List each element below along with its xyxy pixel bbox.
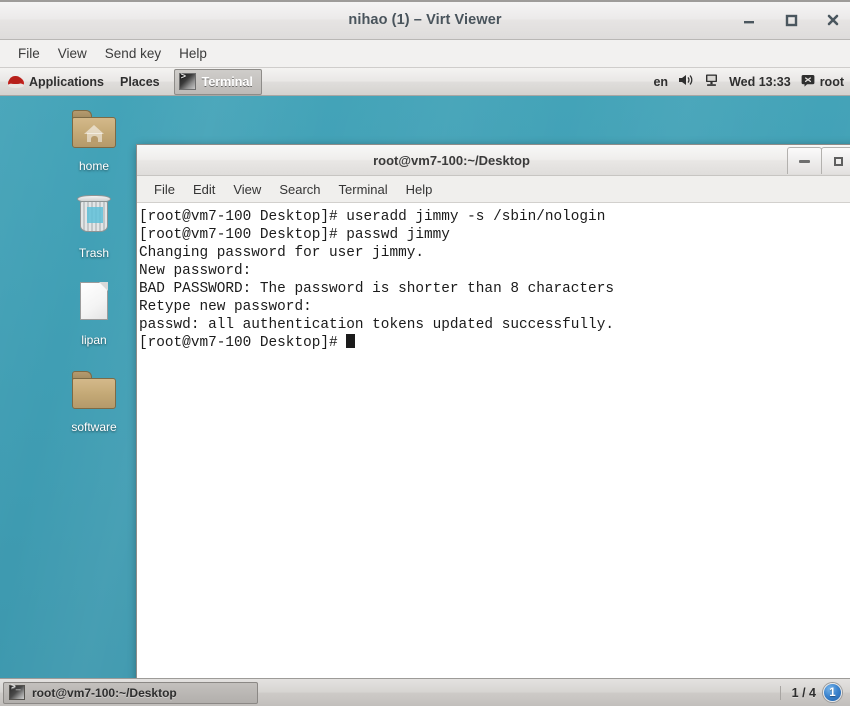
terminal-window-controls — [787, 147, 850, 174]
viewer-menu-send-key[interactable]: Send key — [96, 44, 170, 63]
panel-left-section: Applications Places Terminal — [0, 68, 262, 96]
terminal-icon — [9, 683, 25, 700]
workspace-count: 1 / 4 — [779, 685, 816, 700]
terminal-menu-file[interactable]: File — [145, 180, 184, 199]
workspace-badge[interactable]: 1 — [823, 683, 842, 702]
terminal-menu-help[interactable]: Help — [397, 180, 442, 199]
taskbar-item-terminal-label: root@vm7-100:~/Desktop — [32, 685, 177, 700]
panel-window-terminal[interactable]: Terminal — [173, 68, 262, 95]
home-folder-icon — [67, 104, 121, 156]
terminal-menu-terminal[interactable]: Terminal — [330, 180, 397, 199]
places-menu[interactable]: Places — [112, 68, 168, 96]
terminal-line: BAD PASSWORD: The password is shorter th… — [139, 281, 614, 298]
terminal-window[interactable]: root@vm7-100:~/Desktop File Edit View Se… — [136, 144, 850, 678]
terminal-line: Retype new password: — [139, 299, 312, 316]
terminal-prompt-line: [root@vm7-100 Desktop]# — [139, 334, 850, 352]
workspace-switcher[interactable]: 1 / 4 1 — [779, 683, 847, 702]
terminal-line: Changing password for user jimmy. — [139, 245, 424, 262]
network-display-icon[interactable] — [704, 73, 719, 90]
panel-window-terminal-label: Terminal — [201, 74, 253, 89]
viewer-menubar: File View Send key Help — [0, 40, 850, 68]
close-icon[interactable] — [822, 9, 844, 31]
terminal-menu-edit[interactable]: Edit — [184, 180, 224, 199]
desktop-area[interactable]: home Trash lipan software root@vm7-100:~… — [0, 96, 850, 678]
folder-icon — [67, 365, 121, 417]
desktop-icon-home[interactable]: home — [52, 104, 136, 173]
virt-viewer-window: nihao (1) – Virt Viewer File View Send k… — [0, 0, 850, 706]
user-menu[interactable]: root — [801, 74, 844, 90]
document-icon — [67, 278, 121, 330]
desktop-icon-trash-label: Trash — [78, 246, 110, 260]
desktop-icon-list: home Trash lipan software — [52, 104, 136, 452]
minimize-icon[interactable] — [738, 9, 760, 31]
trash-icon — [67, 191, 121, 243]
desktop-icon-lipan-label: lipan — [81, 333, 107, 347]
desktop-icon-lipan[interactable]: lipan — [52, 278, 136, 347]
gnome-top-panel: Applications Places Terminal en — [0, 68, 850, 96]
taskbar-item-terminal[interactable]: root@vm7-100:~/Desktop — [3, 681, 258, 704]
desktop-icon-trash[interactable]: Trash — [52, 191, 136, 260]
terminal-menu-view[interactable]: View — [224, 180, 270, 199]
terminal-line: New password: — [139, 263, 252, 280]
desktop-icon-home-label: home — [78, 159, 110, 173]
terminal-icon — [178, 72, 196, 90]
panel-clock[interactable]: Wed 13:33 — [729, 75, 791, 89]
terminal-cursor — [346, 334, 355, 349]
terminal-line: [root@vm7-100 Desktop]# useradd jimmy -s… — [139, 209, 606, 225]
viewer-menu-view[interactable]: View — [49, 44, 96, 63]
terminal-minimize-icon[interactable] — [787, 147, 822, 174]
viewer-title: nihao (1) – Virt Viewer — [348, 12, 502, 28]
message-icon — [801, 74, 815, 90]
applications-menu-label: Applications — [29, 74, 105, 89]
desktop-icon-software-label: software — [71, 420, 117, 434]
places-menu-label: Places — [120, 74, 160, 89]
terminal-titlebar: root@vm7-100:~/Desktop — [137, 145, 850, 176]
terminal-menu-search[interactable]: Search — [270, 180, 329, 199]
redhat-logo-icon — [8, 74, 24, 90]
terminal-prompt: [root@vm7-100 Desktop]# — [139, 335, 347, 352]
guest-desktop-viewport: Applications Places Terminal en — [0, 68, 850, 706]
gnome-bottom-panel: root@vm7-100:~/Desktop 1 / 4 1 — [0, 678, 850, 706]
terminal-maximize-icon[interactable] — [821, 147, 850, 174]
viewer-menu-file[interactable]: File — [9, 44, 49, 63]
terminal-title: root@vm7-100:~/Desktop — [373, 153, 530, 168]
terminal-line: passwd: all authentication tokens update… — [139, 317, 614, 334]
terminal-menubar: File Edit View Search Terminal Help — [137, 176, 850, 203]
panel-user-label: root — [819, 74, 844, 89]
applications-menu[interactable]: Applications — [0, 68, 112, 96]
maximize-icon[interactable] — [780, 9, 802, 31]
panel-right-section: en Wed 13:33 root — [653, 68, 850, 96]
viewer-menu-help[interactable]: Help — [170, 44, 216, 63]
viewer-titlebar: nihao (1) – Virt Viewer — [0, 0, 850, 40]
keyboard-layout-indicator[interactable]: en — [653, 75, 668, 89]
speaker-icon[interactable] — [678, 73, 694, 90]
terminal-line: [root@vm7-100 Desktop]# passwd jimmy — [139, 227, 450, 244]
terminal-output-area[interactable]: [root@vm7-100 Desktop]# useradd jimmy -s… — [137, 203, 850, 678]
viewer-window-controls — [738, 0, 844, 40]
desktop-icon-software[interactable]: software — [52, 365, 136, 434]
